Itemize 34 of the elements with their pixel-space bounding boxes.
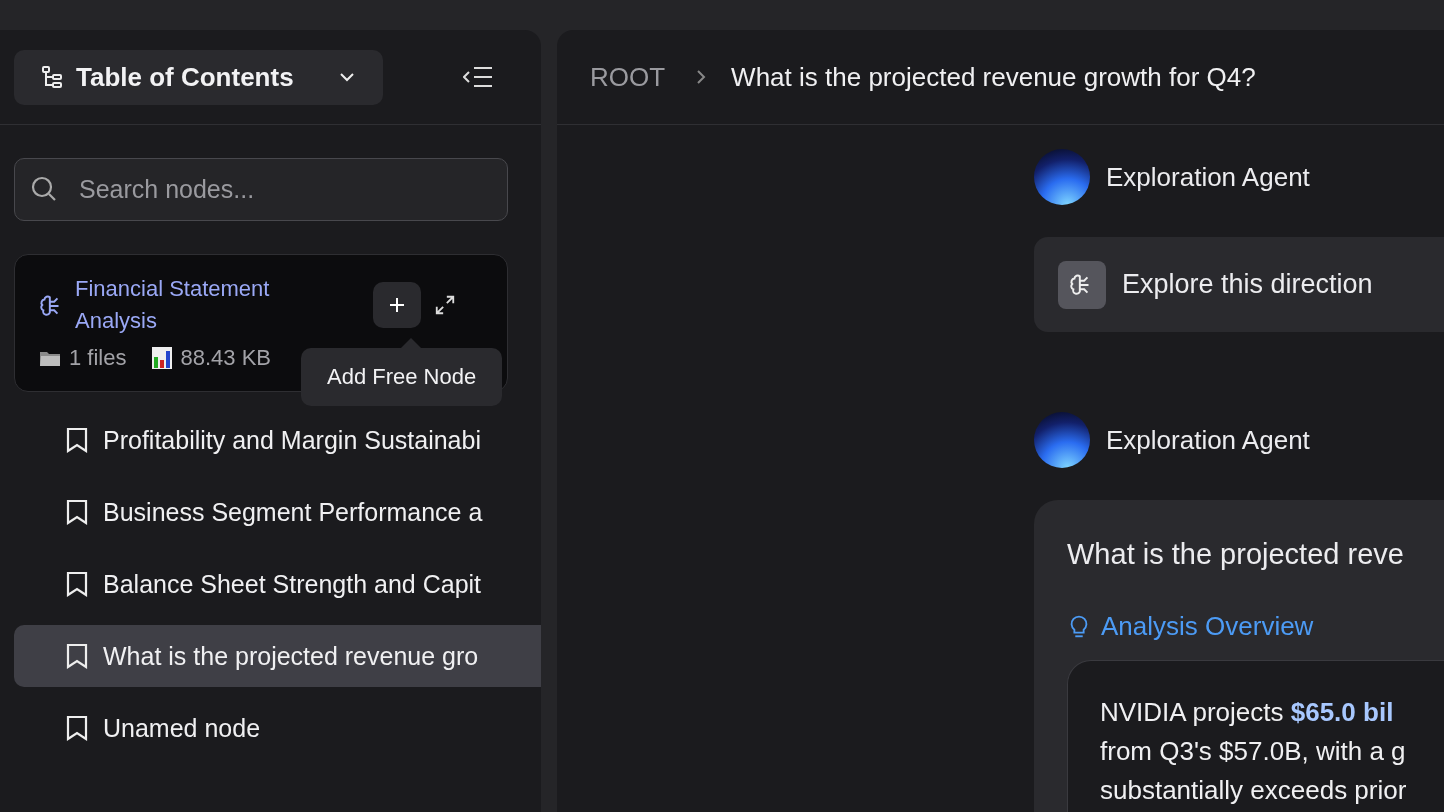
search-field[interactable]: Search nodes...	[14, 158, 508, 221]
toc-item[interactable]: What is the projected revenue gro	[14, 625, 541, 687]
breadcrumb-item[interactable]: ROOT	[590, 61, 666, 93]
bookmark-icon	[65, 715, 89, 741]
breadcrumb-item: What is the projected revenue growth for Q4?	[731, 61, 1256, 93]
toc-dropdown[interactable]: Table of Contents	[14, 49, 383, 105]
bookmark-icon	[65, 571, 89, 597]
answer-title: What is the projected reve	[1067, 538, 1405, 571]
expand-icon[interactable]	[434, 294, 456, 316]
collapse-sidebar-icon[interactable]	[463, 66, 493, 88]
bookmark-icon	[65, 427, 89, 453]
avatar	[1034, 412, 1090, 468]
bookmark-icon	[65, 499, 89, 525]
toc-item[interactable]: Business Segment Performance a	[14, 481, 541, 543]
bookmark-icon	[65, 643, 89, 669]
section-heading: Analysis Overview	[1101, 611, 1314, 642]
tree-icon	[40, 64, 64, 90]
summary-text: NVIDIA projects $65.0 bil	[1100, 696, 1395, 729]
toc-item[interactable]: Profitability and Margin Sustainabi	[14, 409, 541, 471]
bar-chart-icon	[152, 347, 173, 369]
project-title[interactable]: Financial Statement Analysis	[75, 273, 325, 337]
toc-item[interactable]: Balance Sheet Strength and Capit	[14, 553, 541, 615]
toc-item[interactable]: Unamed node	[14, 697, 541, 759]
summary-text: from Q3's $57.0B, with a g	[1100, 735, 1407, 768]
author-name: Exploration Agent	[1106, 161, 1310, 193]
avatar	[1034, 149, 1090, 205]
plus-icon	[387, 295, 407, 315]
summary-text: substantially exceeds prior	[1100, 774, 1408, 807]
explore-button[interactable]: Explore this direction	[1034, 237, 1444, 332]
tooltip: Add Free Node	[301, 348, 503, 406]
file-size: 88.43 KB	[180, 345, 271, 371]
file-count: 1 files	[69, 345, 127, 371]
author-name: Exploration Agent	[1106, 424, 1310, 456]
add-node-button[interactable]	[373, 282, 421, 328]
